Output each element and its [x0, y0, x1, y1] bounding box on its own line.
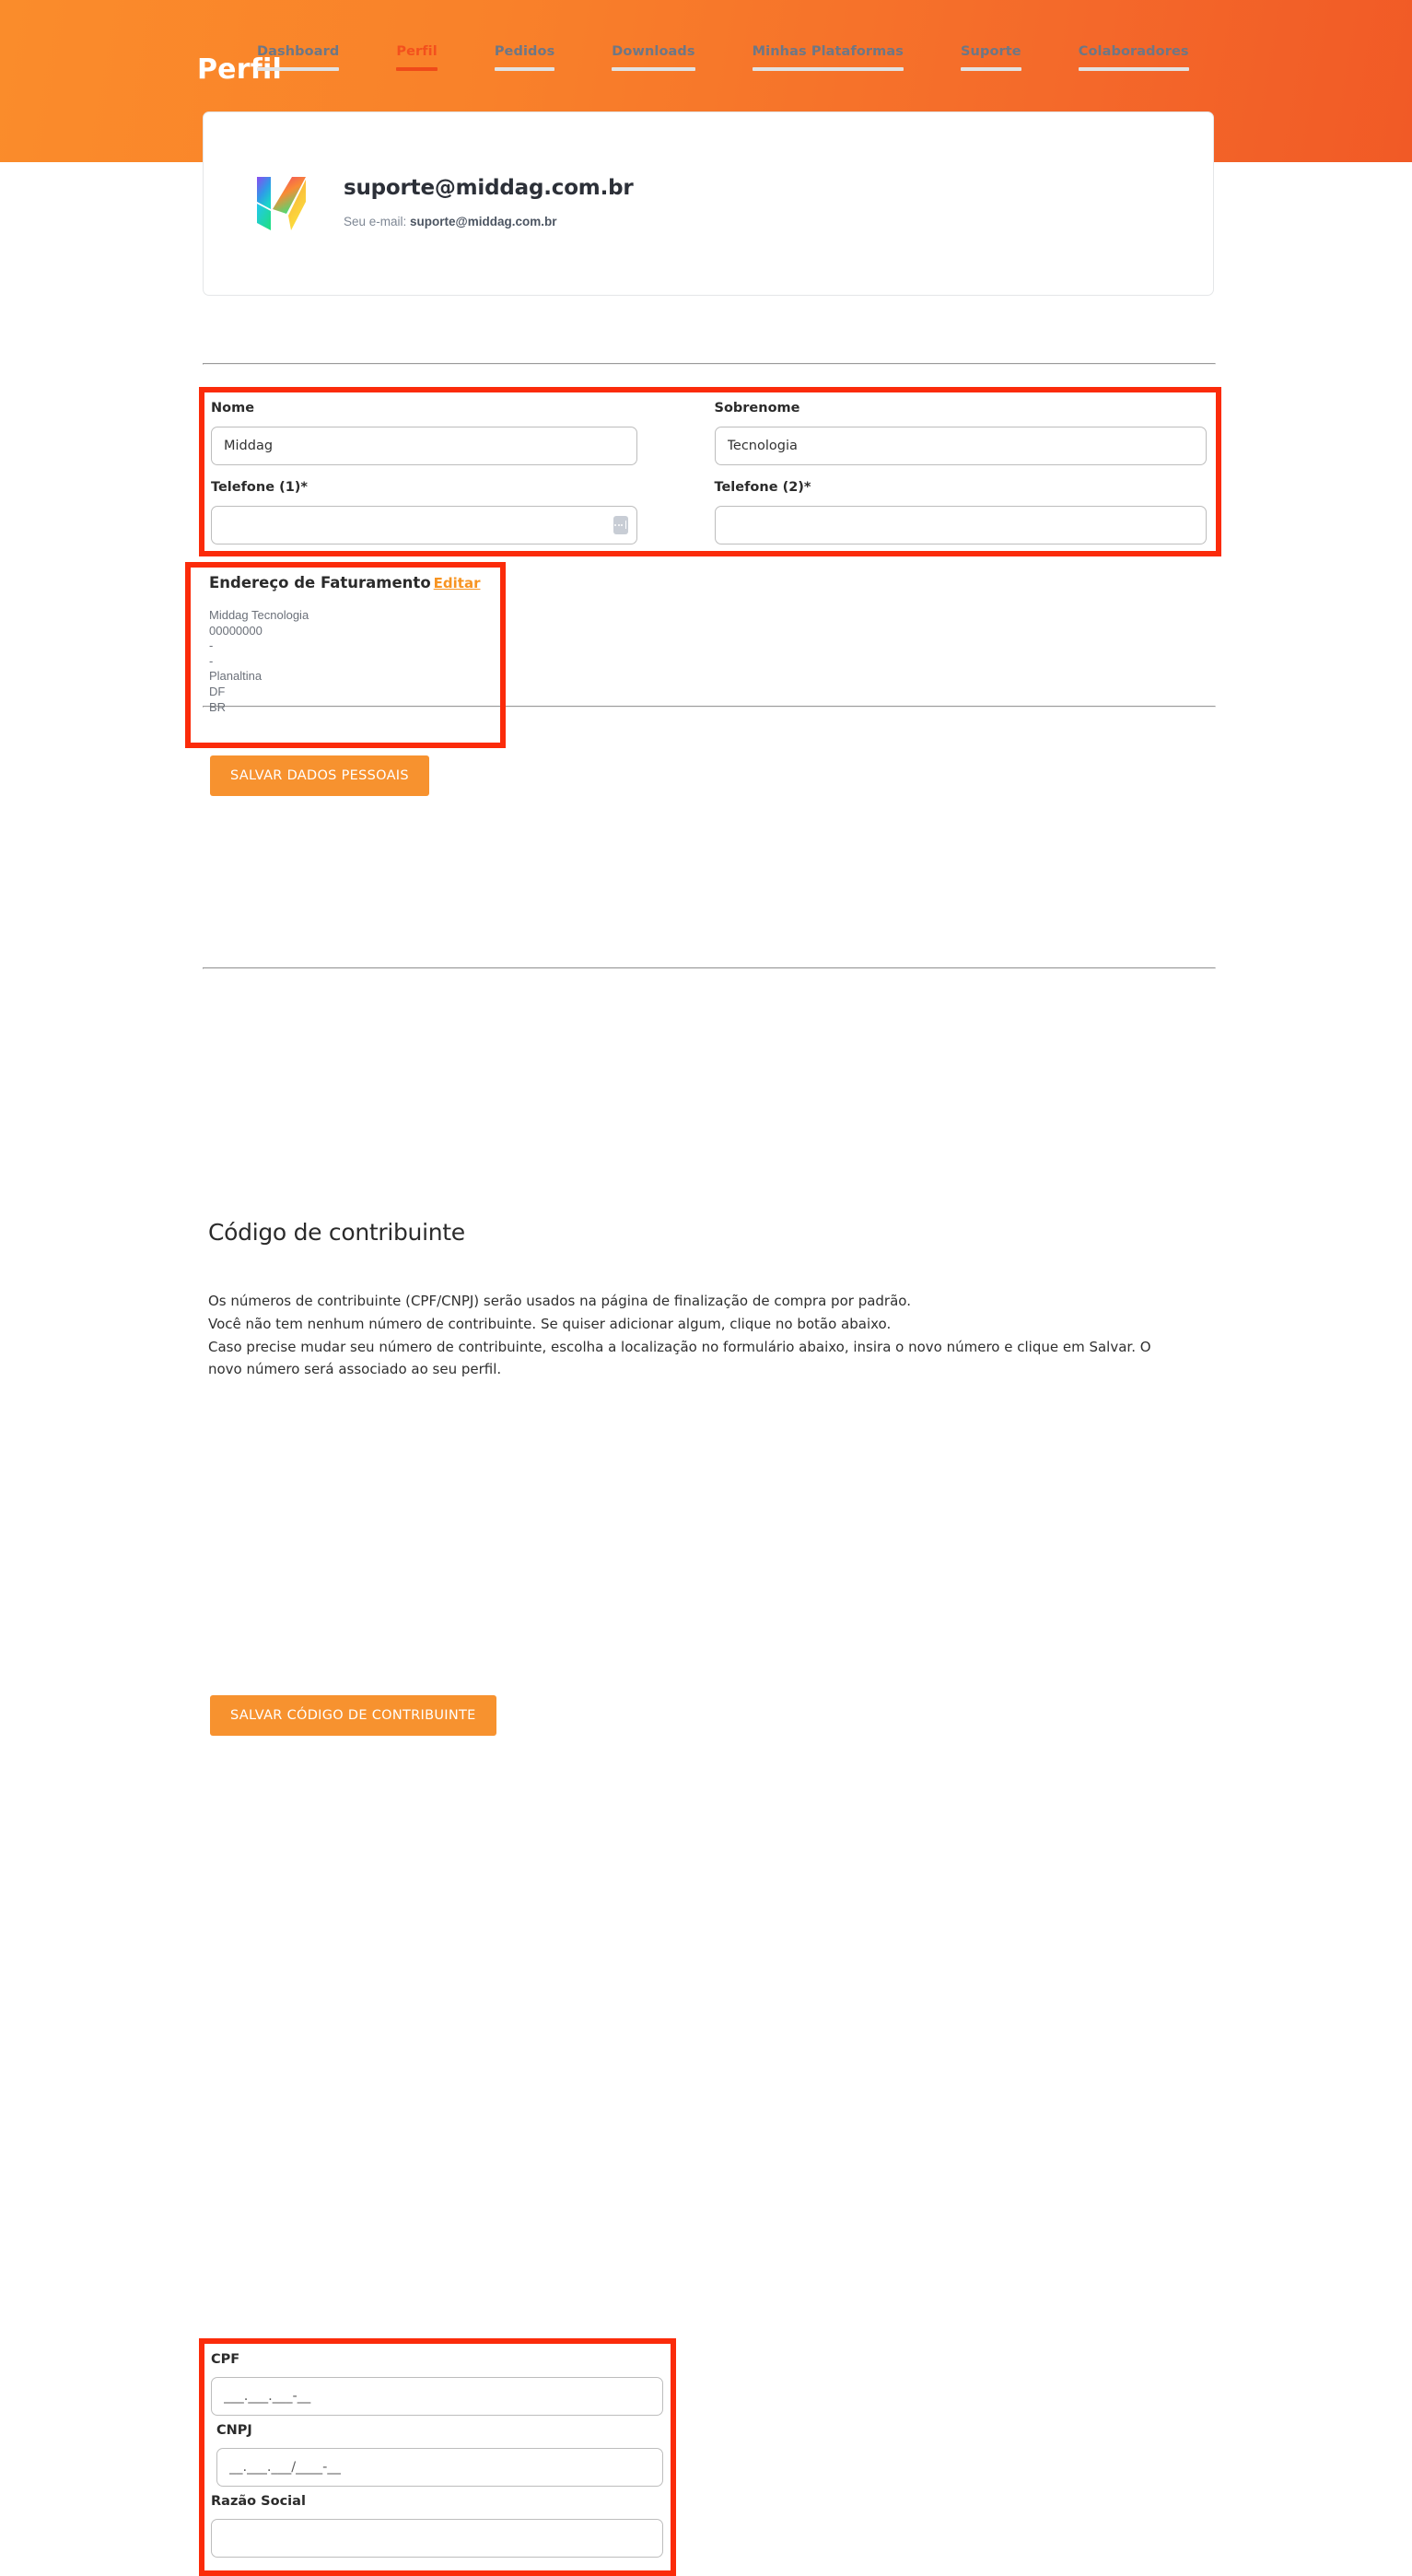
main-tab-bar: Dashboard Perfil Pedidos Downloads Minha… [257, 44, 1189, 71]
billing-address-title: Endereço de Faturamento Editar [209, 573, 493, 593]
cnpj-input[interactable] [216, 2448, 663, 2487]
divider-above-personal-form [203, 363, 1216, 365]
field-sobrenome: Sobrenome [709, 399, 1207, 469]
address-line: - [209, 638, 214, 653]
label-nome: Nome [211, 401, 255, 416]
tax-code-form: CPF CNPJ Razão Social [199, 2338, 676, 2576]
nome-input[interactable] [211, 427, 637, 465]
field-cnpj: CNPJ [211, 2421, 663, 2487]
tax-form-group: CPF CNPJ Razão Social [0, 1375, 1412, 2576]
tab-perfil[interactable]: Perfil [396, 44, 438, 71]
save-personal-data-button[interactable]: SALVAR DADOS PESSOAIS [210, 755, 429, 796]
razao-social-input[interactable] [211, 2519, 663, 2558]
field-telefone-2: Telefone (2)* [709, 478, 1207, 548]
telefone-1-input[interactable] [211, 505, 637, 544]
address-line: - [209, 653, 214, 668]
divider-above-tax-section [203, 967, 1216, 969]
label-razao-social: Razão Social [211, 2494, 306, 2509]
middag-m-logo-icon [254, 174, 309, 233]
address-line: 00000000 [209, 623, 263, 638]
tab-dashboard[interactable]: Dashboard [257, 44, 340, 71]
save-tax-code-button[interactable]: SALVAR CÓDIGO DE CONTRIBUINTE [210, 1695, 496, 1736]
tab-pedidos[interactable]: Pedidos [494, 44, 555, 71]
address-line: Middag Tecnologia [209, 608, 309, 622]
edit-billing-address-link[interactable]: Editar [434, 575, 481, 591]
tab-minhas-plataformas[interactable]: Minhas Plataformas [752, 44, 904, 71]
label-cnpj: CNPJ [216, 2423, 252, 2438]
address-line: Planaltina [209, 669, 263, 684]
label-telefone-2: Telefone (2)* [714, 479, 811, 495]
label-cpf: CPF [211, 2352, 240, 2367]
field-razao-social: Razão Social [211, 2492, 663, 2558]
billing-address-block: Endereço de Faturamento Editar Middag Tec… [185, 562, 506, 748]
billing-address-heading-text: Endereço de Faturamento [209, 574, 431, 591]
billing-address-lines: Middag Tecnologia 00000000 - - Planaltin… [209, 608, 493, 715]
tax-section-description: Os números de contribuinte (CPF/CNPJ) se… [208, 1290, 1184, 1381]
autofill-suggestion-icon[interactable] [613, 515, 628, 534]
tab-downloads[interactable]: Downloads [612, 44, 695, 71]
tax-description-line: Os números de contribuinte (CPF/CNPJ) se… [208, 1293, 911, 1309]
sobrenome-input[interactable] [714, 427, 1207, 465]
profile-email-value: suporte@middag.com.br [410, 214, 557, 228]
telefone-2-input[interactable] [714, 505, 1207, 544]
tab-suporte[interactable]: Suporte [961, 44, 1021, 71]
label-telefone-1: Telefone (1)* [211, 479, 309, 495]
field-nome: Nome [211, 399, 709, 469]
address-line: DF [209, 684, 226, 698]
personal-data-form: Nome Sobrenome Telefone (1)* Telefone (2… [199, 387, 1221, 556]
profile-email-label: Seu e-mail: [344, 214, 407, 228]
profile-email-subline: Seu e-mail: suporte@middag.com.br [344, 214, 634, 230]
field-telefone-1: Telefone (1)* [211, 478, 709, 548]
label-sobrenome: Sobrenome [714, 401, 800, 416]
profile-card: suporte@middag.com.br Seu e-mail: suport… [203, 111, 1214, 296]
cpf-input[interactable] [211, 2377, 663, 2416]
tab-colaboradores[interactable]: Colaboradores [1078, 44, 1189, 71]
profile-email-heading: suporte@middag.com.br [344, 175, 634, 200]
tax-section-title: Código de contribuinte [208, 1218, 465, 1246]
address-line: BR [209, 699, 227, 714]
field-cpf: CPF [211, 2350, 663, 2416]
tax-description-line: Você não tem nenhum número de contribuin… [208, 1315, 892, 1332]
